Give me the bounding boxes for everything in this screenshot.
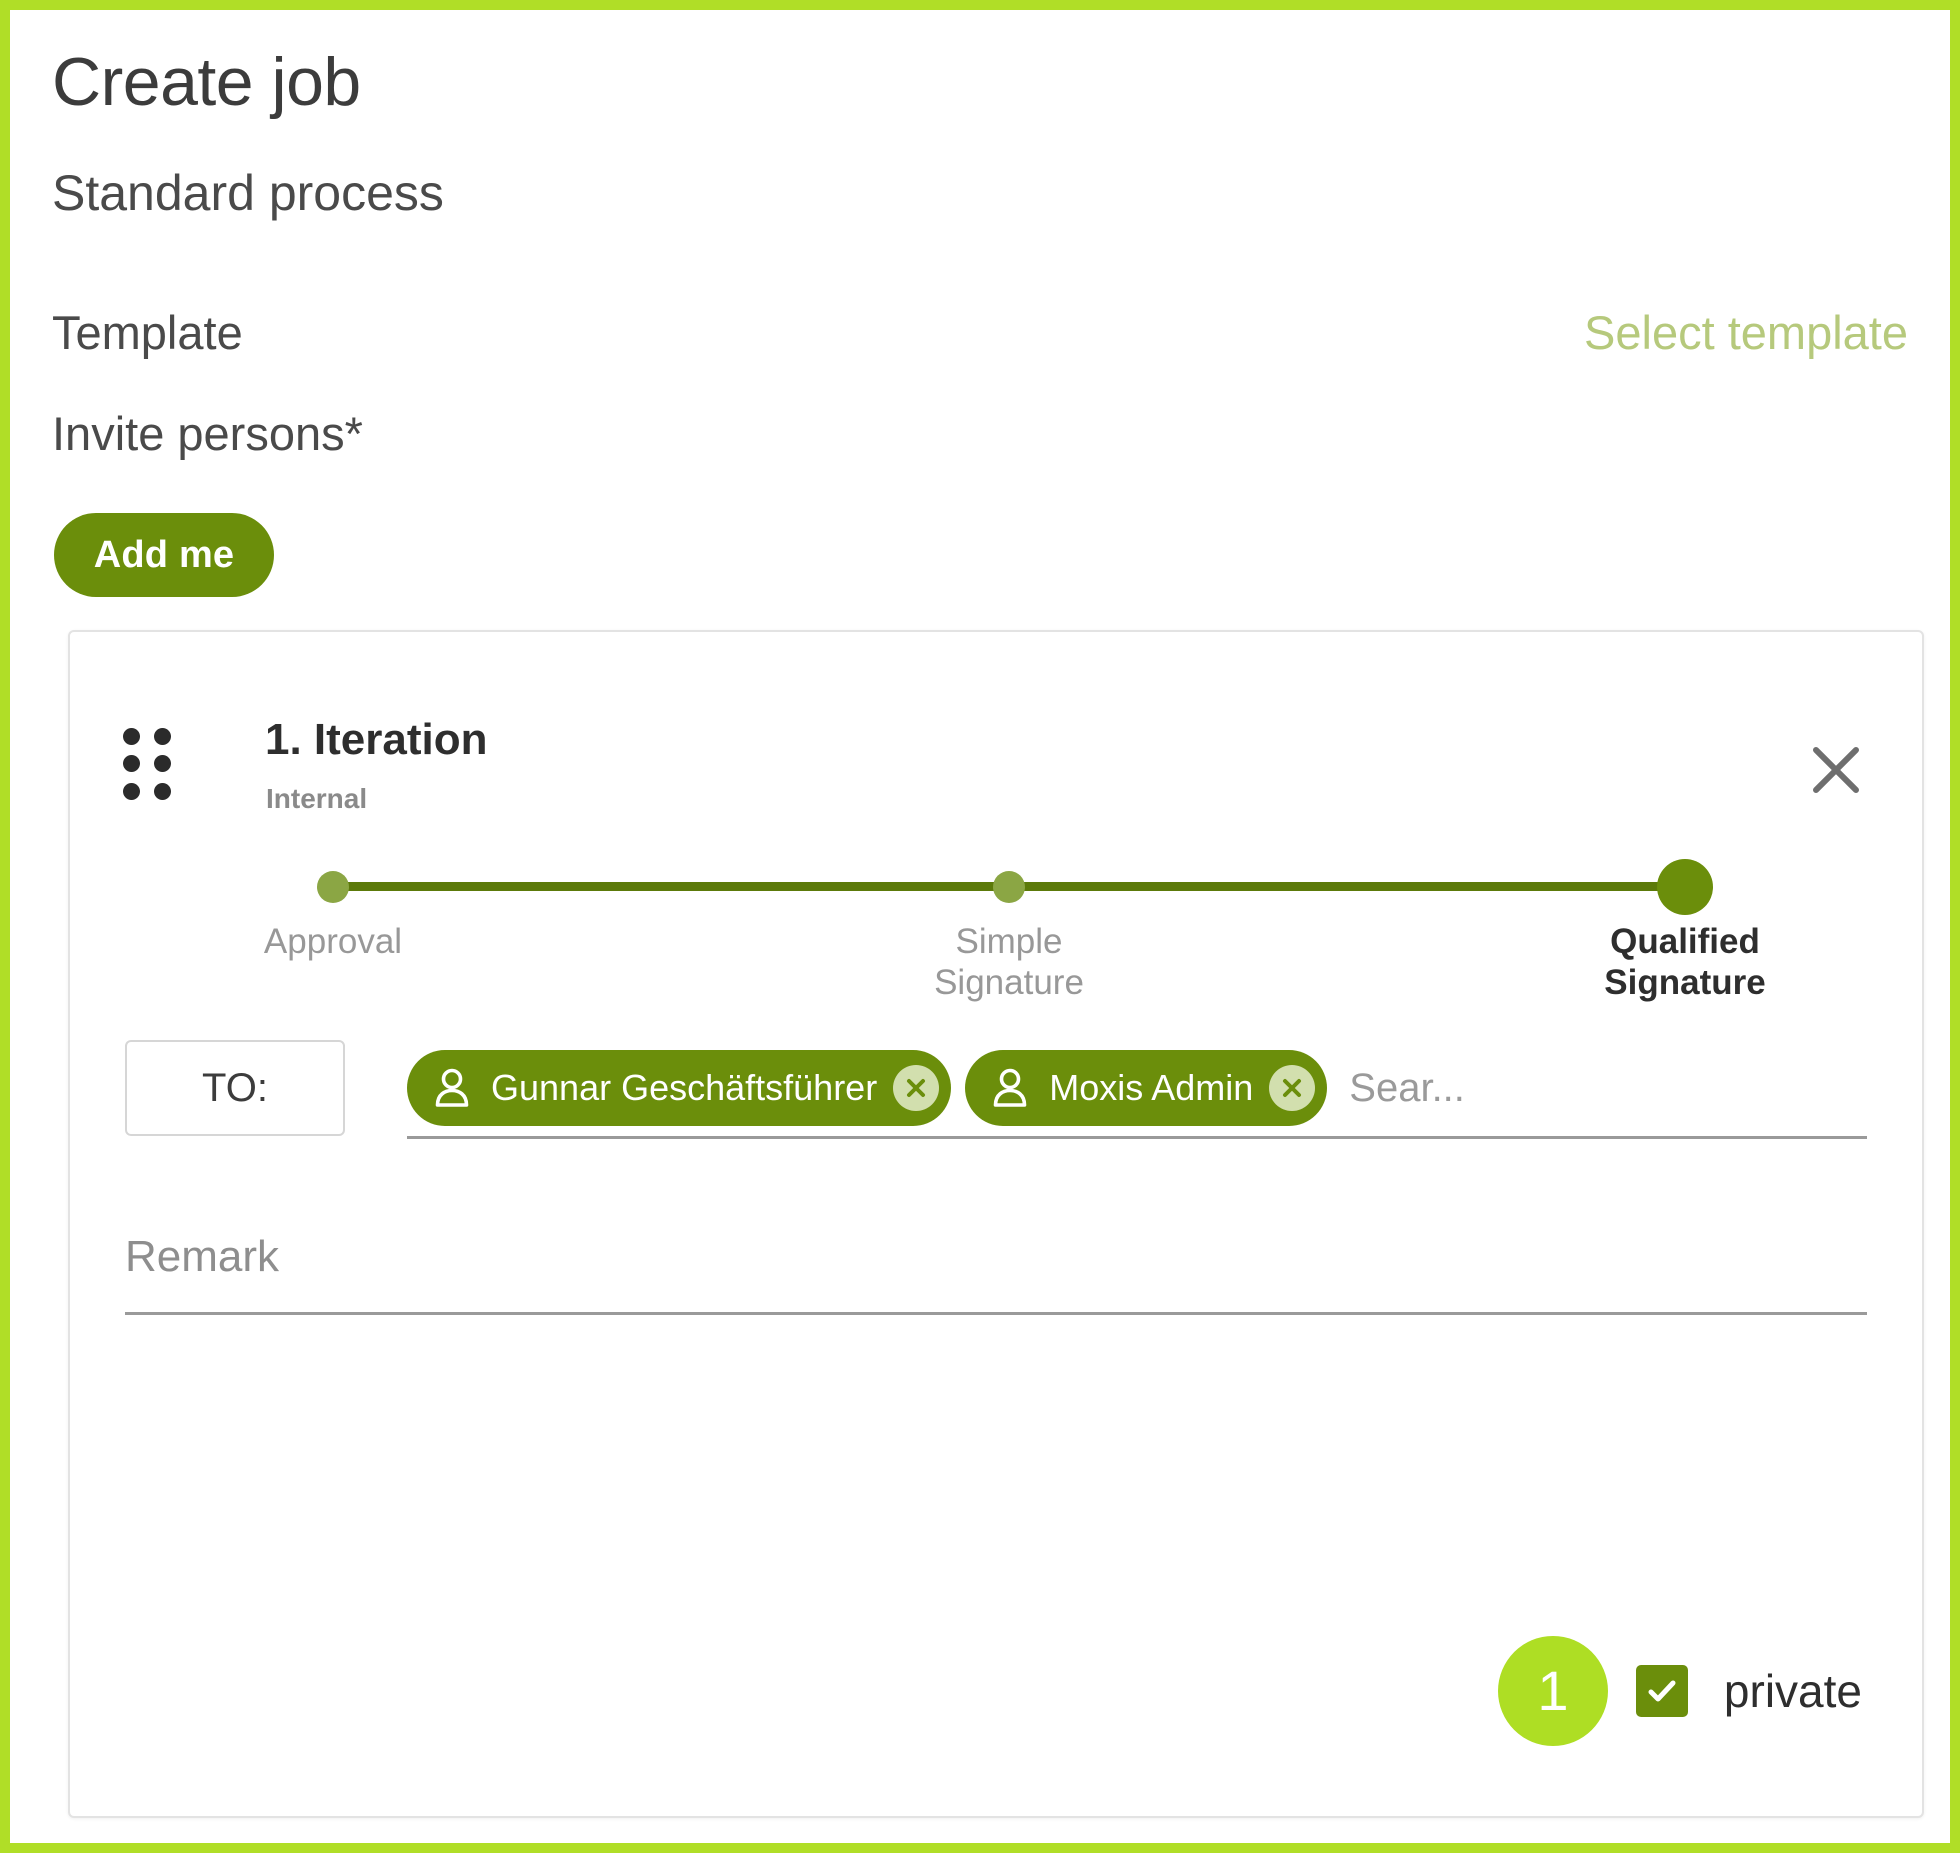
step-simple-signature[interactable]: Simple Signature — [859, 850, 1159, 1004]
step-label: Approval — [263, 922, 403, 961]
drag-handle-icon[interactable] — [123, 728, 171, 800]
template-row: Template Select template — [52, 302, 1908, 362]
step-number-badge: 1 — [1497, 1636, 1608, 1746]
iteration-title: 1. Iteration — [265, 715, 488, 764]
person-icon — [433, 1068, 471, 1108]
create-job-panel: Create job Standard process Template Sel… — [10, 10, 1950, 1843]
page-title: Create job — [52, 44, 361, 120]
recipient-name: Gunnar Geschäftsführer — [491, 1067, 878, 1108]
iteration-subtitle: Internal — [266, 783, 368, 814]
step-label: Simple Signature — [934, 922, 1084, 1003]
remark-field-wrapper — [125, 1222, 1867, 1315]
step-label: Qualified Signature — [1604, 922, 1766, 1003]
recipient-chip[interactable]: Gunnar Geschäftsführer — [407, 1050, 952, 1126]
check-icon — [1648, 1680, 1676, 1702]
recipient-search-input[interactable] — [1349, 1065, 1610, 1111]
remark-input[interactable] — [125, 1222, 1867, 1292]
add-me-button[interactable]: Add me — [54, 513, 274, 597]
card-footer: 1 private — [1497, 1636, 1862, 1746]
iteration-card: 1. Iteration Internal Approval Simple Si… — [68, 630, 1924, 1818]
person-icon — [991, 1068, 1029, 1108]
select-template-button[interactable]: Select template — [1584, 309, 1908, 356]
step-dot[interactable] — [993, 871, 1025, 903]
to-field-button[interactable]: TO: — [125, 1040, 345, 1136]
private-label: private — [1723, 1665, 1862, 1717]
step-approval[interactable]: Approval — [183, 850, 483, 962]
recipients-row: TO: Gunnar Geschäftsführer Moxis Admin S… — [125, 1040, 1867, 1140]
private-checkbox[interactable] — [1635, 1665, 1688, 1717]
process-subtitle: Standard process — [52, 165, 444, 221]
template-label: Template — [52, 305, 243, 359]
recipient-chips-area[interactable]: Gunnar Geschäftsführer Moxis Admin Sear.… — [407, 1040, 1867, 1139]
recipient-chip[interactable]: Moxis Admin — [965, 1050, 1328, 1126]
step-dot[interactable] — [1657, 859, 1713, 915]
invite-persons-label: Invite persons* — [52, 407, 363, 460]
remove-circle-icon[interactable] — [893, 1065, 940, 1111]
close-icon[interactable] — [1808, 742, 1864, 798]
step-qualified-signature[interactable]: Qualified Signature — [1535, 850, 1835, 1004]
app-frame: Create job Standard process Template Sel… — [0, 0, 1960, 1853]
remove-circle-icon[interactable] — [1269, 1065, 1316, 1111]
recipient-name: Moxis Admin — [1049, 1067, 1254, 1108]
step-dot[interactable] — [317, 871, 349, 903]
signature-level-stepper: Approval Simple Signature Qualified Sign… — [210, 850, 1810, 1030]
